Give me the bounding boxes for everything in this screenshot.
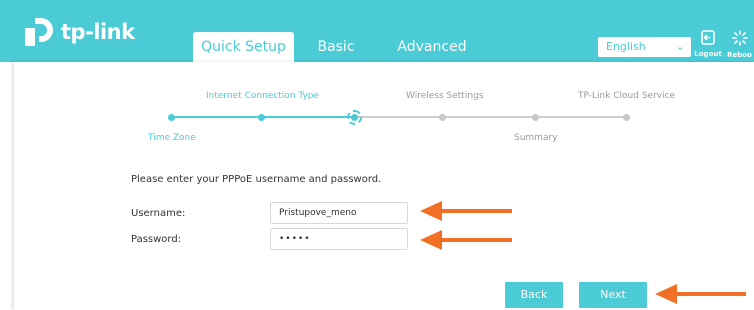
arrow-icon [655, 284, 746, 304]
arrow-icon [420, 201, 512, 221]
arrow-icon [420, 230, 512, 250]
annotation-overlay [420, 201, 746, 304]
